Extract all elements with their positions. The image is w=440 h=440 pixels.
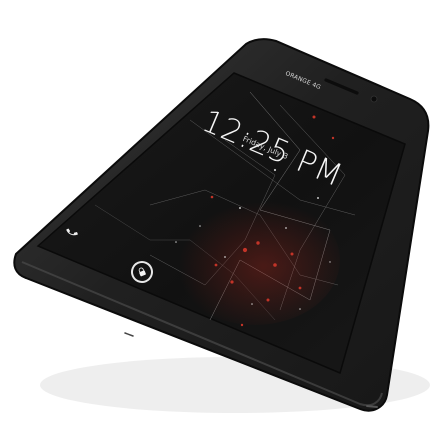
side-button[interactable] xyxy=(366,405,378,408)
wallpaper-red-glow xyxy=(170,195,340,325)
front-camera-icon xyxy=(370,95,378,103)
lock-icon xyxy=(138,267,146,277)
phone-illustration xyxy=(13,38,430,413)
side-port xyxy=(124,332,134,337)
phone-scene: ORANGE 4G 12:25 PM Friday, July 3 xyxy=(0,0,440,440)
